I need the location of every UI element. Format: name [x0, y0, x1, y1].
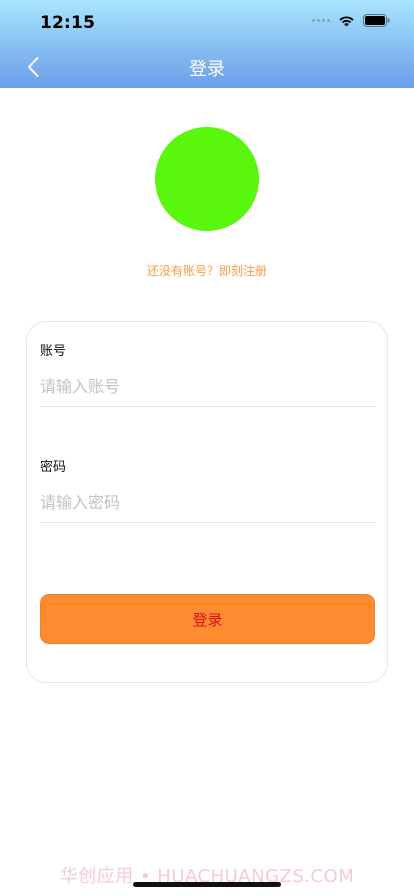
status-time: 12:15 [40, 13, 96, 33]
login-screen: 12:15 登录 还没有账号？即刻注册 账号 请输入账号 密码 登录 华创应用 … [0, 0, 414, 896]
header: 12:15 登录 [0, 0, 414, 88]
register-link[interactable]: 还没有账号？即刻注册 [0, 262, 414, 279]
status-icons [312, 14, 390, 27]
page-title: 登录 [189, 59, 225, 80]
login-form-card: 账号 密码 登录 [26, 321, 388, 683]
app-logo [155, 127, 259, 231]
account-label: 账号 [40, 344, 67, 359]
account-input[interactable] [40, 367, 376, 407]
signal-dots-icon [312, 19, 330, 22]
wifi-icon [339, 15, 354, 26]
home-indicator[interactable] [133, 882, 281, 887]
battery-icon [363, 14, 390, 27]
login-button[interactable]: 登录 [40, 594, 375, 644]
password-input[interactable] [40, 483, 376, 523]
password-label: 密码 [40, 460, 67, 475]
